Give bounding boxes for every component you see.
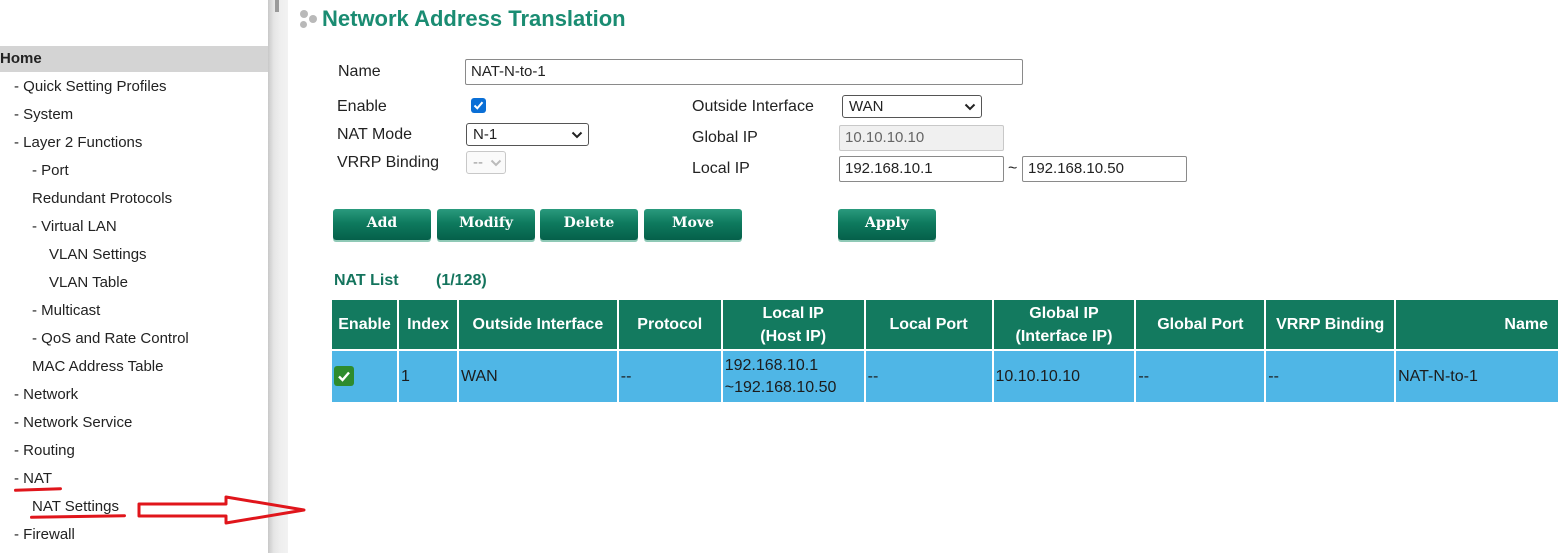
header-outside-interface[interactable]: Outside Interface: [457, 300, 619, 350]
global-ip-input: 10.10.10.10: [839, 125, 1004, 151]
outside-interface-label: Outside Interface: [692, 98, 814, 115]
cell-protocol: --: [617, 349, 723, 402]
annotation-underline-nat-settings: [29, 514, 127, 519]
sidebar-item-multicast[interactable]: - Multicast: [32, 301, 100, 321]
sidebar-nav: Home - Quick Setting Profiles - System -…: [0, 0, 268, 553]
header-global-ip-line2: (Interface IP): [1015, 327, 1113, 345]
title-bullet-icon: [300, 10, 308, 18]
delete-button[interactable]: Delete: [540, 209, 638, 240]
header-protocol[interactable]: Protocol: [617, 300, 723, 350]
outside-interface-select[interactable]: WAN: [842, 95, 982, 118]
sidebar-item-firewall[interactable]: - Firewall: [14, 525, 75, 545]
sidebar-item-vlan-table[interactable]: VLAN Table: [49, 273, 128, 293]
table-header-row: Enable Index Outside Interface Protocol …: [332, 300, 1560, 350]
sidebar-item-home[interactable]: Home: [0, 46, 268, 72]
vrrp-binding-label: VRRP Binding: [337, 154, 439, 171]
sidebar-item-virtual-lan[interactable]: - Virtual LAN: [32, 217, 117, 237]
header-local-ip-line2: (Host IP): [760, 327, 827, 345]
sidebar-item-system[interactable]: - System: [14, 105, 73, 125]
header-name[interactable]: Name: [1395, 300, 1560, 350]
chevron-down-icon: [964, 103, 976, 111]
enabled-check-icon: [334, 366, 354, 387]
sidebar-item-quick-setting-profiles[interactable]: - Quick Setting Profiles: [14, 77, 167, 97]
enable-label: Enable: [337, 98, 387, 115]
sidebar-item-mac-address-table[interactable]: MAC Address Table: [32, 357, 163, 377]
splitter-handle[interactable]: [275, 0, 279, 12]
cell-local-ip: 192.168.10.1 ~192.168.10.50: [721, 349, 866, 402]
cell-global-port: --: [1135, 349, 1267, 402]
sidebar-item-network-service[interactable]: - Network Service: [14, 413, 132, 433]
add-button[interactable]: Add: [333, 209, 431, 240]
name-input[interactable]: NAT-N-to-1: [465, 59, 1023, 85]
sidebar-item-redundant-protocols[interactable]: Redundant Protocols: [32, 189, 172, 209]
header-global-ip[interactable]: Global IP (Interface IP): [992, 300, 1137, 350]
header-index[interactable]: Index: [397, 300, 459, 350]
header-enable[interactable]: Enable: [332, 300, 399, 350]
cell-name: NAT-N-to-1: [1395, 349, 1560, 402]
sidebar-item-port[interactable]: - Port: [32, 161, 69, 181]
cell-vrrp-binding: --: [1265, 349, 1397, 402]
vrrp-binding-select: --: [466, 151, 506, 174]
nat-mode-select[interactable]: N-1: [466, 123, 589, 146]
name-label: Name: [338, 63, 381, 80]
sidebar-splitter[interactable]: [268, 0, 288, 553]
cell-index: 1: [397, 349, 459, 402]
nat-list-table: Enable Index Outside Interface Protocol …: [332, 300, 1560, 402]
cell-global-ip: 10.10.10.10: [992, 349, 1137, 402]
header-local-port[interactable]: Local Port: [864, 300, 994, 350]
nat-mode-value: N-1: [473, 126, 498, 143]
nat-list-count: (1/128): [436, 272, 487, 289]
header-local-ip-line1: Local IP: [762, 304, 824, 322]
sidebar-item-network[interactable]: - Network: [14, 385, 78, 405]
cell-local-ip-line2: ~192.168.10.50: [724, 378, 837, 396]
annotation-underline-nat: [13, 487, 63, 492]
checkmark-icon: [473, 101, 484, 110]
page-title: Network Address Translation: [322, 6, 626, 31]
sidebar-item-nat[interactable]: - NAT: [14, 469, 52, 489]
table-row[interactable]: 1 WAN -- 192.168.10.1 ~192.168.10.50 -- 1…: [332, 349, 1560, 402]
header-global-ip-line1: Global IP: [1029, 304, 1099, 322]
cell-local-port: --: [864, 349, 994, 402]
global-ip-label: Global IP: [692, 129, 758, 146]
sidebar-item-layer2-functions[interactable]: - Layer 2 Functions: [14, 133, 142, 153]
move-button[interactable]: Move: [644, 209, 742, 240]
local-ip-label: Local IP: [692, 160, 750, 177]
sidebar-item-vlan-settings[interactable]: VLAN Settings: [49, 245, 147, 265]
sidebar-item-qos-rate-control[interactable]: - QoS and Rate Control: [32, 329, 189, 349]
cell-outside-interface: WAN: [457, 349, 619, 402]
outside-interface-value: WAN: [849, 98, 884, 115]
local-ip-end-input[interactable]: 192.168.10.50: [1022, 156, 1187, 182]
cell-local-ip-line1: 192.168.10.1: [724, 356, 819, 374]
modify-button[interactable]: Modify: [437, 209, 535, 240]
vrrp-binding-value: --: [473, 154, 483, 171]
nat-list-title: NAT List: [334, 272, 399, 289]
apply-button[interactable]: Apply: [838, 209, 936, 240]
enable-checkbox[interactable]: [471, 98, 486, 113]
chevron-down-icon: [490, 159, 502, 167]
annotation-arrow-icon: [137, 495, 306, 525]
local-ip-start-input[interactable]: 192.168.10.1: [839, 156, 1004, 182]
sidebar-item-routing[interactable]: - Routing: [14, 441, 75, 461]
header-local-ip[interactable]: Local IP (Host IP): [721, 300, 866, 350]
cell-enable[interactable]: [332, 349, 399, 402]
header-vrrp-binding[interactable]: VRRP Binding: [1265, 300, 1397, 350]
title-bullet-icon: [309, 15, 317, 23]
nat-mode-label: NAT Mode: [337, 126, 412, 143]
header-global-port[interactable]: Global Port: [1135, 300, 1267, 350]
title-bullet-icon: [300, 21, 307, 28]
local-ip-separator: ~: [1008, 160, 1018, 177]
chevron-down-icon: [571, 131, 583, 139]
